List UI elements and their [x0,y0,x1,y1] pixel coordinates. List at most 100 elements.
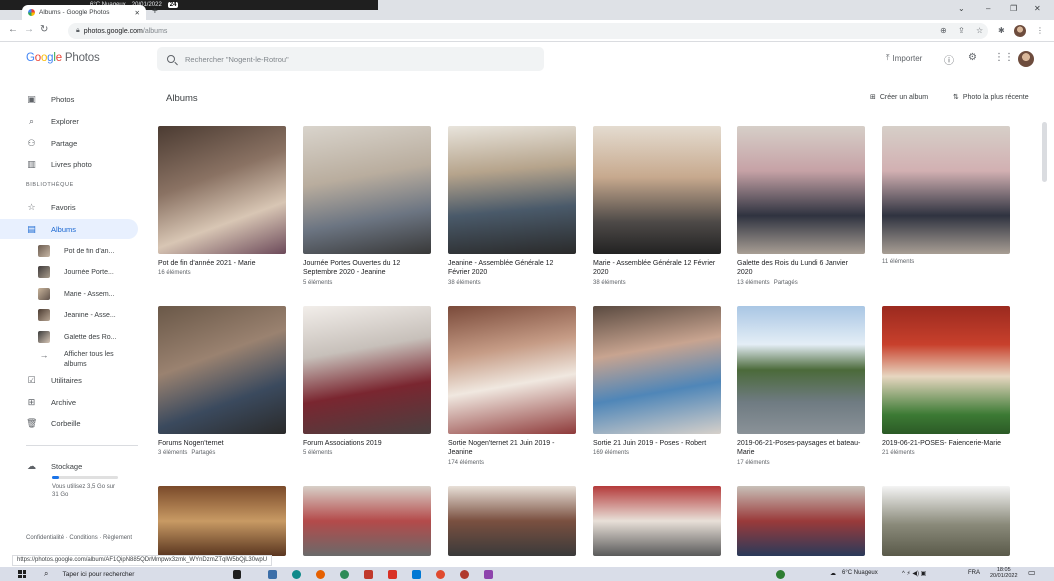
taskbar-search[interactable]: ⌕ Taper ici pour rechercher [44,569,134,579]
browser-tab-albums[interactable]: Albums - Google Photos ✕ [22,5,146,20]
file-explorer-icon[interactable] [268,570,277,579]
search-bar[interactable]: Rechercher "Nogent-le-Rotrou" [157,47,544,71]
extensions-icon[interactable]: ✱ [998,26,1005,35]
chrome-icon[interactable] [340,570,349,579]
album-cover-photo[interactable] [593,306,721,434]
sidebar-album-link[interactable]: Galette des Ro... [38,327,138,347]
album-cover-photo[interactable] [303,126,431,254]
sort-button[interactable]: ⇅ Photo la plus récente [953,93,1029,102]
album-title[interactable]: 2019-06-21-POSES- Faiencerie-Marie [882,439,1010,448]
album-cover-photo[interactable] [158,306,286,434]
windows-start-icon[interactable] [18,570,26,578]
taskbar-clock[interactable]: 18:05 20/01/2022 [990,567,1018,580]
sidebar-album-link[interactable]: Pot de fin d'an... [38,241,138,261]
album-card[interactable]: Galette des Rois du Lundi 6 Janvier 2020… [737,126,865,286]
restore-window-icon[interactable]: ❐ [1010,4,1017,13]
album-cover-photo[interactable] [737,306,865,434]
new-tab-button[interactable]: + [152,6,158,17]
media-app-icon[interactable] [364,570,373,579]
pinned-app-icon[interactable] [460,570,469,579]
gmail-icon[interactable] [388,570,397,579]
album-card[interactable] [303,486,431,556]
album-card[interactable]: Jeanine - Assemblée Générale 12 Février … [448,126,576,286]
album-title[interactable]: Sortie Nogen'ternet 21 Juin 2019 - Jeani… [448,439,576,458]
album-cover-photo[interactable] [158,126,286,254]
taskbar-language[interactable]: FRA [968,570,980,576]
album-card[interactable] [593,486,721,556]
album-card[interactable]: 11 éléments [882,126,1010,265]
url-omnibox[interactable]: 🔒︎ photos.google.com/albums [68,23,988,39]
reload-icon[interactable]: ↻ [40,24,48,35]
album-cover-photo[interactable] [737,486,865,556]
create-album-button[interactable]: ⊞ Créer un album [870,93,928,102]
apps-grid-icon[interactable]: ⋮⋮ [994,52,1014,63]
album-title[interactable]: Galette des Rois du Lundi 6 Janvier 2020 [737,259,865,278]
edge-browser-icon[interactable] [292,570,301,579]
album-title[interactable]: Sortie 21 Juin 2019 - Poses - Robert [593,439,721,448]
album-cover-photo[interactable] [448,486,576,556]
outlook-icon[interactable] [412,570,421,579]
album-card[interactable] [158,486,286,556]
back-arrow-icon[interactable]: ← [8,24,18,35]
sidebar-album-link[interactable]: Marie - Assem... [38,284,138,304]
album-title[interactable]: Pot de fin d'année 2021 - Marie [158,259,286,268]
album-card[interactable]: Sortie Nogen'ternet 21 Juin 2019 - Jeani… [448,306,576,466]
browser-profile-avatar[interactable] [1014,25,1026,37]
google-photos-logo[interactable]: Google Photos [26,52,100,64]
album-cover-photo[interactable] [882,306,1010,434]
bookmark-star-icon[interactable]: ☆ [976,26,983,35]
album-card[interactable] [737,486,865,556]
album-card[interactable] [882,486,1010,556]
search-input[interactable]: Rechercher "Nogent-le-Rotrou" [185,55,289,64]
office-app-icon[interactable] [436,570,445,579]
album-cover-photo[interactable] [593,486,721,556]
page-scrollbar[interactable] [1040,118,1048,556]
album-cover-photo[interactable] [448,306,576,434]
footer-links[interactable]: Confidentialité · Conditions · Règlement [26,534,136,542]
album-title[interactable]: Journée Portes Ouvertes du 12 Septembre … [303,259,431,278]
help-icon[interactable]: ⓘ [944,52,954,67]
album-title[interactable]: Marie - Assemblée Générale 12 Février 20… [593,259,721,278]
browser-menu-icon[interactable]: ⋮ [1036,26,1044,35]
album-card[interactable] [448,486,576,556]
album-card[interactable]: Journée Portes Ouvertes du 12 Septembre … [303,126,431,286]
album-card[interactable]: Pot de fin d'année 2021 - Marie 16 élémen… [158,126,286,276]
album-title[interactable]: Forums Nogen'ternet [158,439,286,448]
task-view-icon[interactable] [233,570,241,579]
settings-gear-icon[interactable]: ⚙ [968,52,977,63]
lock-icon[interactable]: 🔒︎ [76,27,80,35]
album-cover-photo[interactable] [303,306,431,434]
sidebar-item-storage[interactable]: ☁ Stockage [0,456,138,476]
album-cover-photo[interactable] [737,126,865,254]
tray-app-icon[interactable] [776,570,785,579]
tab-search-chevron-icon[interactable]: ⌄ [958,4,965,13]
album-card[interactable]: Marie - Assemblée Générale 12 Février 20… [593,126,721,286]
scrollbar-thumb[interactable] [1042,122,1047,182]
sidebar-item-photos[interactable]: ▣ Photos [0,89,138,109]
album-card[interactable]: Forums Nogen'ternet 3 éléments Partagés [158,306,286,456]
sidebar-item-favoris[interactable]: ☆ Favoris [0,197,138,217]
album-title[interactable]: 2019-06-21-Poses-paysages et bateau-Mari… [737,439,865,458]
taskbar-search-input[interactable]: Taper ici pour rechercher [62,571,134,578]
sidebar-item-explorer[interactable]: ⌕ Explorer [0,111,138,131]
search-icon[interactable] [167,55,175,63]
album-title[interactable]: Forum Associations 2019 [303,439,431,448]
album-card[interactable]: 2019-06-21-POSES- Faiencerie-Marie 21 élé… [882,306,1010,456]
sidebar-album-link[interactable]: Journée Porte... [38,262,138,282]
album-card[interactable]: 2019-06-21-Poses-paysages et bateau-Mari… [737,306,865,466]
album-title[interactable]: Jeanine - Assemblée Générale 12 Février … [448,259,576,278]
pinned-app-icon[interactable] [484,570,493,579]
share-icon[interactable]: ⇪ [958,26,965,35]
album-cover-photo[interactable] [593,126,721,254]
album-card[interactable]: Sortie 21 Juin 2019 - Poses - Robert 169 … [593,306,721,456]
sidebar-item-corbeille[interactable]: 🗑︎ Corbeille [0,413,138,433]
sidebar-item-utilitaires[interactable]: ☑ Utilitaires [0,370,138,390]
album-card[interactable]: Forum Associations 2019 5 éléments [303,306,431,456]
sidebar-item-partage[interactable]: ⚇ Partage [0,133,138,153]
minimize-window-icon[interactable]: – [986,4,990,13]
sidebar-item-albums[interactable]: ▤ Albums [0,219,138,239]
sidebar-item-livres-photo[interactable]: ▥ Livres photo [0,154,138,174]
album-cover-photo[interactable] [448,126,576,254]
album-cover-photo[interactable] [158,486,286,556]
album-cover-photo[interactable] [882,126,1010,254]
